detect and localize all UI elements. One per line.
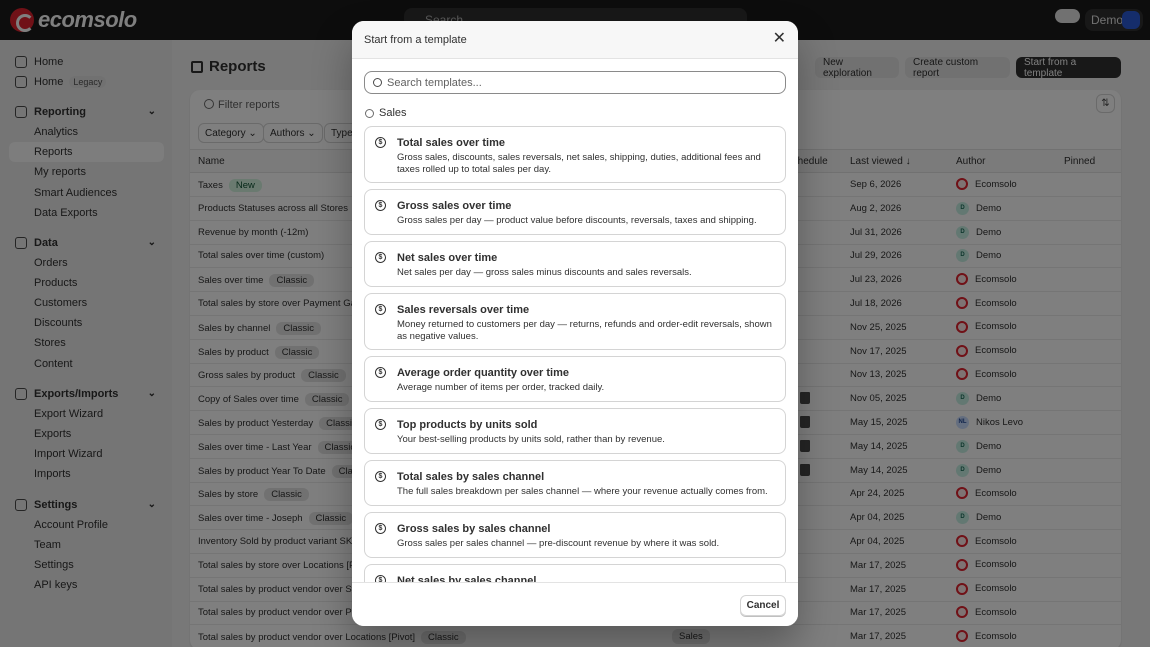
template-card[interactable]: $ Gross sales by sales channel Gross sales…	[364, 512, 786, 558]
dollar-icon: $	[375, 304, 386, 315]
template-title: Net sales over time	[397, 252, 498, 264]
template-modal: Start from a template ✕ Search templates…	[352, 21, 798, 626]
template-title: Average order quantity over time	[397, 367, 569, 379]
template-card[interactable]: $ Top products by units sold Your best-sel…	[364, 408, 786, 454]
template-description: Average number of items per order, track…	[397, 382, 605, 393]
template-description: Money returned to customers per day — re…	[397, 319, 772, 342]
template-description: Gross sales, discounts, sales reversals,…	[397, 152, 761, 175]
category-sales: Sales	[365, 107, 407, 119]
template-search-placeholder: Search templates...	[387, 77, 482, 89]
dollar-icon: $	[375, 367, 386, 378]
template-title: Net sales by sales channel	[397, 575, 537, 582]
dollar-icon: $	[375, 419, 386, 430]
modal-footer: Cancel	[352, 582, 798, 626]
template-search-input[interactable]: Search templates...	[364, 71, 786, 94]
dollar-icon: $	[375, 575, 386, 582]
category-label: Sales	[379, 107, 407, 119]
search-icon	[373, 78, 382, 87]
dollar-icon: $	[375, 200, 386, 211]
template-card[interactable]: $ Total sales over time Gross sales, disco…	[364, 126, 786, 183]
dollar-icon: $	[375, 137, 386, 148]
template-title: Gross sales by sales channel	[397, 523, 551, 535]
template-description: The full sales breakdown per sales chann…	[397, 486, 768, 497]
close-icon[interactable]: ✕	[773, 31, 786, 47]
template-title: Gross sales over time	[397, 200, 512, 212]
template-title: Top products by units sold	[397, 419, 538, 431]
template-description: Your best-selling products by units sold…	[397, 434, 665, 445]
template-title: Total sales by sales channel	[397, 471, 545, 483]
template-title: Total sales over time	[397, 137, 506, 149]
dollar-icon: $	[375, 471, 386, 482]
template-card[interactable]: $ Net sales over time Net sales per day — …	[364, 241, 786, 287]
dollar-icon: $	[375, 523, 386, 534]
cancel-button[interactable]: Cancel	[740, 595, 786, 616]
template-description: Gross sales per day — product value befo…	[397, 215, 757, 226]
template-card[interactable]: $ Sales reversals over time Money returned…	[364, 293, 786, 350]
template-card[interactable]: $ Net sales by sales channel	[364, 564, 786, 582]
dollar-icon: $	[375, 252, 386, 263]
category-icon	[365, 108, 374, 118]
template-card[interactable]: $ Average order quantity over time Average…	[364, 356, 786, 402]
template-card[interactable]: $ Total sales by sales channel The full sa…	[364, 460, 786, 506]
template-description: Net sales per day — gross sales minus di…	[397, 267, 692, 278]
modal-header: Start from a template ✕	[352, 21, 798, 59]
modal-title: Start from a template	[364, 34, 467, 46]
template-list: $ Total sales over time Gross sales, disco…	[364, 126, 786, 582]
template-card[interactable]: $ Gross sales over time Gross sales per da…	[364, 189, 786, 235]
template-description: Gross sales per sales channel — pre-disc…	[397, 538, 720, 549]
template-title: Sales reversals over time	[397, 304, 530, 316]
